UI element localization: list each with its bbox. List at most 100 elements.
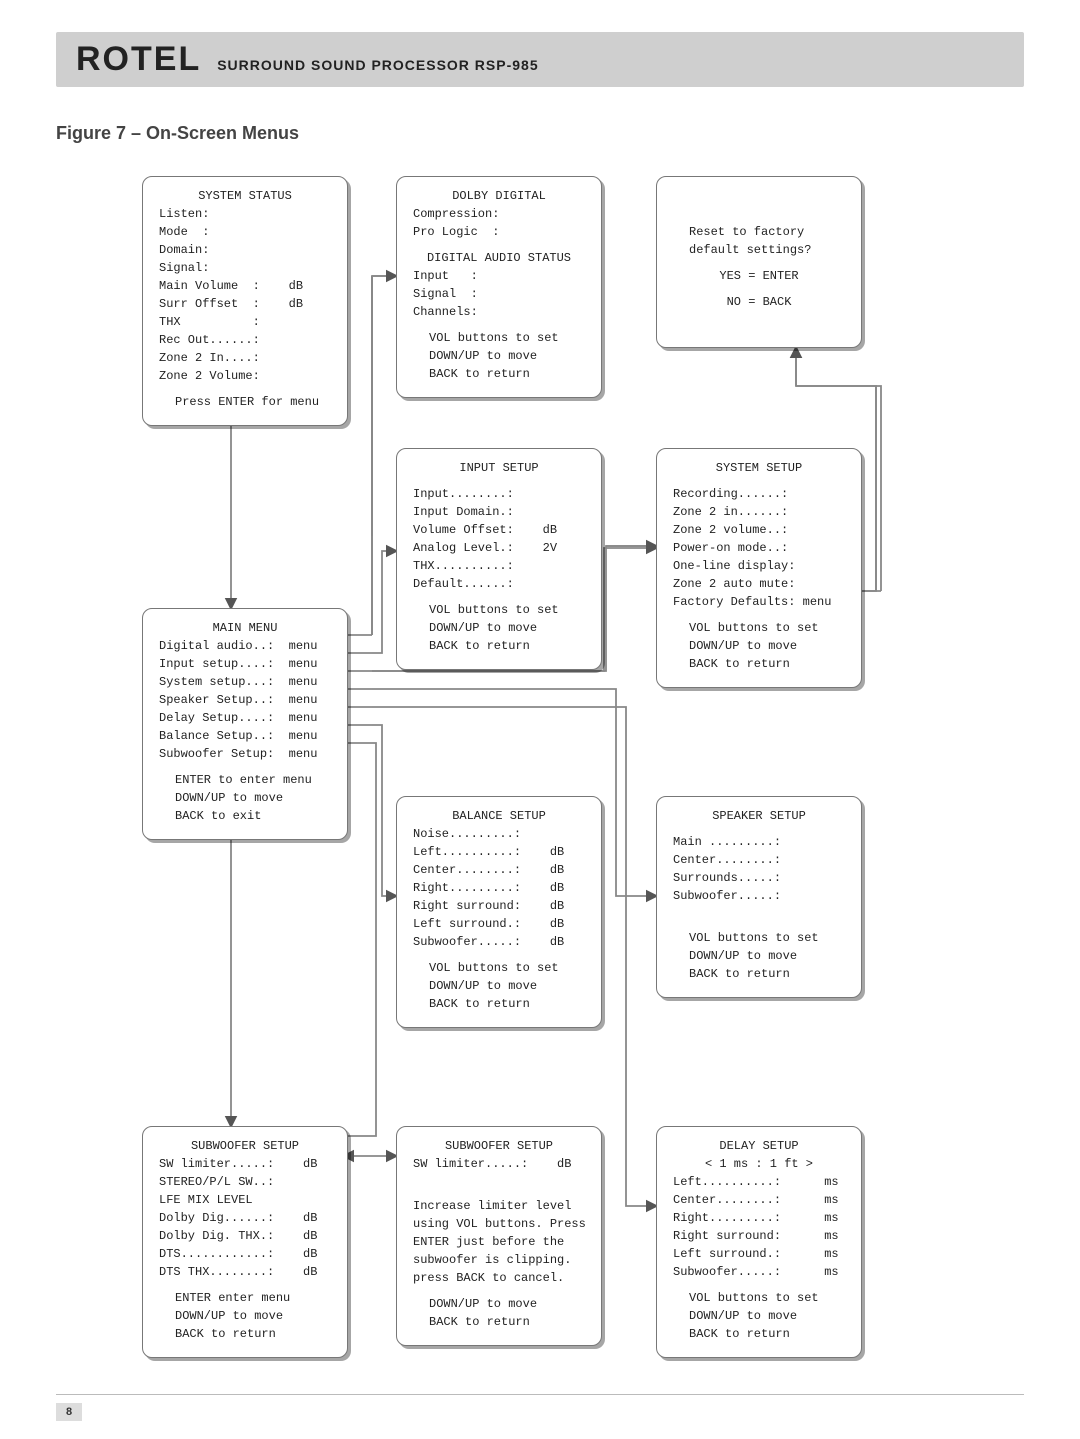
row: Subwoofer Setup: menu — [159, 745, 331, 763]
box-title: SUBWOOFER SETUP — [159, 1137, 331, 1155]
row: default settings? — [689, 241, 845, 259]
hint: DOWN/UP to move — [689, 947, 845, 965]
row: YES = ENTER — [673, 267, 845, 285]
row: Default......: — [413, 575, 585, 593]
menu-balance-setup: BALANCE SETUP Noise.........: Left......… — [396, 796, 602, 1028]
row: Right.........: dB — [413, 879, 585, 897]
row: < 1 ms : 1 ft > — [673, 1155, 845, 1173]
header-bar: ROTEL SURROUND SOUND PROCESSOR RSP-985 — [56, 32, 1024, 87]
row: Zone 2 in......: — [673, 503, 845, 521]
hint: ENTER enter menu — [175, 1289, 331, 1307]
row: Input setup....: menu — [159, 655, 331, 673]
row: Dolby Dig. THX.: dB — [159, 1227, 331, 1245]
hint: VOL buttons to set — [429, 329, 585, 347]
menu-subwoofer-setup-b: SUBWOOFER SETUP SW limiter.....: dB Incr… — [396, 1126, 602, 1346]
row: Domain: — [159, 241, 331, 259]
box-title: DELAY SETUP — [673, 1137, 845, 1155]
row: Input : — [413, 267, 585, 285]
sub-title: DIGITAL AUDIO STATUS — [413, 249, 585, 267]
hint: BACK to return — [175, 1325, 331, 1343]
hint: DOWN/UP to move — [175, 789, 331, 807]
row: Factory Defaults: menu — [673, 593, 845, 611]
row: Pro Logic : — [413, 223, 585, 241]
hint: DOWN/UP to move — [175, 1307, 331, 1325]
row: Input Domain.: — [413, 503, 585, 521]
row: press BACK to cancel. — [413, 1269, 585, 1287]
row: Noise.........: — [413, 825, 585, 843]
menu-speaker-setup: SPEAKER SETUP Main .........: Center....… — [656, 796, 862, 998]
box-title: SPEAKER SETUP — [673, 807, 845, 825]
hint: BACK to return — [429, 1313, 585, 1331]
hint: DOWN/UP to move — [429, 1295, 585, 1313]
brand-logo: ROTEL — [76, 40, 201, 79]
row: DTS............: dB — [159, 1245, 331, 1263]
row: Right surround: dB — [413, 897, 585, 915]
row: THX : — [159, 313, 331, 331]
hint: DOWN/UP to move — [429, 977, 585, 995]
menu-input-setup: INPUT SETUP Input........: Input Domain.… — [396, 448, 602, 670]
hint: VOL buttons to set — [429, 959, 585, 977]
menu-system-status: SYSTEM STATUS Listen: Mode : Domain: Sig… — [142, 176, 348, 426]
row: Left..........: ms — [673, 1173, 845, 1191]
row: Subwoofer.....: — [673, 887, 845, 905]
menu-factory-reset: Reset to factory default settings? YES =… — [656, 176, 862, 348]
row: Center........: ms — [673, 1191, 845, 1209]
row: Zone 2 auto mute: — [673, 575, 845, 593]
row: Main Volume : dB — [159, 277, 331, 295]
row: THX..........: — [413, 557, 585, 575]
row: using VOL buttons. Press — [413, 1215, 585, 1233]
row: LFE MIX LEVEL — [159, 1191, 331, 1209]
row: ENTER just before the — [413, 1233, 585, 1251]
hint: VOL buttons to set — [689, 619, 845, 637]
menu-dolby-digital: DOLBY DIGITAL Compression: Pro Logic : D… — [396, 176, 602, 398]
hint: Press ENTER for menu — [175, 393, 331, 411]
row: Zone 2 Volume: — [159, 367, 331, 385]
box-title: SYSTEM STATUS — [159, 187, 331, 205]
row: Center........: — [673, 851, 845, 869]
row: STEREO/P/L SW..: — [159, 1173, 331, 1191]
hint: BACK to return — [689, 965, 845, 983]
hint: DOWN/UP to move — [689, 1307, 845, 1325]
row: Rec Out......: — [159, 331, 331, 349]
row: System setup...: menu — [159, 673, 331, 691]
row: Listen: — [159, 205, 331, 223]
box-title: MAIN MENU — [159, 619, 331, 637]
hint: DOWN/UP to move — [689, 637, 845, 655]
hint: VOL buttons to set — [689, 1289, 845, 1307]
row: Mode : — [159, 223, 331, 241]
row: SW limiter.....: dB — [413, 1155, 585, 1173]
row: Balance Setup..: menu — [159, 727, 331, 745]
row: Right.........: ms — [673, 1209, 845, 1227]
row: Analog Level.: 2V — [413, 539, 585, 557]
diagram-canvas: SYSTEM STATUS Listen: Mode : Domain: Sig… — [56, 176, 1024, 1406]
row: Speaker Setup..: menu — [159, 691, 331, 709]
box-title: SUBWOOFER SETUP — [413, 1137, 585, 1155]
row: Delay Setup....: menu — [159, 709, 331, 727]
menu-system-setup: SYSTEM SETUP Recording......: Zone 2 in.… — [656, 448, 862, 688]
row: Right surround: ms — [673, 1227, 845, 1245]
box-title: DOLBY DIGITAL — [413, 187, 585, 205]
box-title: SYSTEM SETUP — [673, 459, 845, 477]
menu-subwoofer-setup-a: SUBWOOFER SETUP SW limiter.....: dB STER… — [142, 1126, 348, 1358]
hint: BACK to return — [429, 995, 585, 1013]
row: Subwoofer.....: dB — [413, 933, 585, 951]
hint: VOL buttons to set — [689, 929, 845, 947]
box-title: INPUT SETUP — [413, 459, 585, 477]
hint: DOWN/UP to move — [429, 347, 585, 365]
menu-delay-setup: DELAY SETUP < 1 ms : 1 ft > Left........… — [656, 1126, 862, 1358]
row: DTS THX........: dB — [159, 1263, 331, 1281]
product-name: SURROUND SOUND PROCESSOR RSP-985 — [217, 57, 538, 73]
row: Surrounds.....: — [673, 869, 845, 887]
hint: BACK to exit — [175, 807, 331, 825]
row: Increase limiter level — [413, 1197, 585, 1215]
box-title: BALANCE SETUP — [413, 807, 585, 825]
hint: ENTER to enter menu — [175, 771, 331, 789]
row: Surr Offset : dB — [159, 295, 331, 313]
row: Dolby Dig......: dB — [159, 1209, 331, 1227]
row: subwoofer is clipping. — [413, 1251, 585, 1269]
hint: BACK to return — [429, 365, 585, 383]
row: Input........: — [413, 485, 585, 503]
row: Digital audio..: menu — [159, 637, 331, 655]
row: One-line display: — [673, 557, 845, 575]
row: Channels: — [413, 303, 585, 321]
